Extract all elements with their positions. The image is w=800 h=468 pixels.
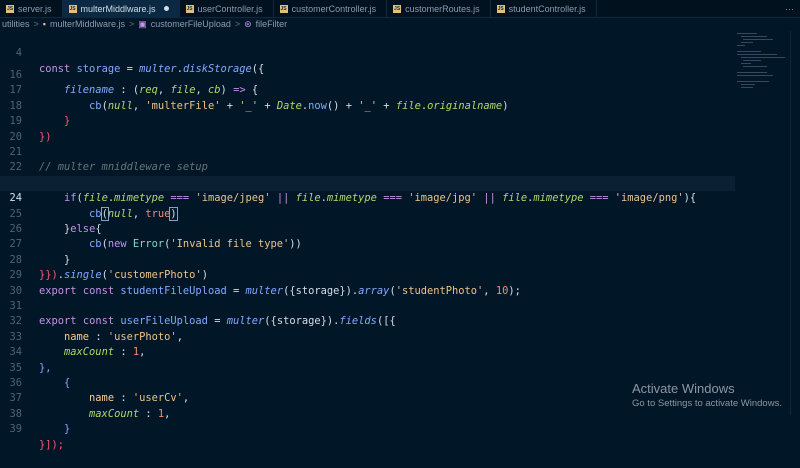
code-line[interactable]: 21 // multer mniddleware setup bbox=[0, 130, 735, 173]
code-line[interactable]: 33 maxCount : 1, bbox=[0, 314, 735, 358]
tab-customer-routes-js[interactable]: JS customerRoutes.js bbox=[387, 0, 491, 17]
code-line[interactable]: 17 cb(null, 'multerFile' + '_' + Date.no… bbox=[0, 68, 735, 111]
line-number: 39 bbox=[9, 423, 22, 436]
tab-student-controller-js[interactable]: JS studentController.js bbox=[491, 0, 597, 17]
code-line[interactable]: 4 const storage = multer.diskStorage({ bbox=[0, 31, 735, 74]
code-line[interactable]: 38 } bbox=[0, 391, 735, 435]
breadcrumb-folder[interactable]: utilities bbox=[2, 19, 30, 29]
variable-symbol-icon: ▣ bbox=[138, 18, 147, 29]
code-line[interactable]: 16 filename : (req, file, cb) => { bbox=[0, 53, 735, 96]
activate-windows-watermark: Activate Windows Go to Settings to activ… bbox=[632, 381, 782, 409]
editor-tab-bar: JS server.js JS multerMiddlware.js JS us… bbox=[0, 0, 800, 18]
code-line[interactable]: 32 name : 'userPhoto', bbox=[0, 299, 735, 342]
tab-label: studentController.js bbox=[508, 3, 586, 14]
more-actions-icon[interactable]: ··· bbox=[785, 4, 794, 14]
code-line[interactable]: 31 export const userFileUpload = multer(… bbox=[0, 284, 735, 327]
code-line[interactable]: 18 } bbox=[0, 83, 735, 127]
code-line[interactable]: 36 name : 'userCv', bbox=[0, 361, 735, 404]
js-file-icon: JS bbox=[496, 4, 505, 13]
code-text[interactable]: } bbox=[39, 422, 70, 437]
watermark-title: Activate Windows bbox=[632, 381, 735, 396]
js-file-icon: JS bbox=[393, 4, 402, 13]
code-line[interactable]: 37 maxCount : 1, bbox=[0, 376, 735, 419]
js-file-icon: JS bbox=[279, 4, 288, 13]
code-line[interactable]: 25 }else{ bbox=[0, 191, 735, 235]
code-line[interactable]: 35 { bbox=[0, 345, 735, 389]
code-line[interactable]: 27 } bbox=[0, 222, 735, 265]
code-line[interactable]: 28 }}).single('customerPhoto') bbox=[0, 237, 735, 281]
breadcrumb-symbol-customer-file-upload[interactable]: customerFileUpload bbox=[151, 19, 231, 29]
tab-label: customerRoutes.js bbox=[405, 3, 480, 14]
code-editor[interactable]: 4 const storage = multer.diskStorage({ 1… bbox=[0, 31, 735, 451]
tab-label: customerController.js bbox=[291, 3, 377, 14]
tab-customer-controller-js[interactable]: JS customerController.js bbox=[274, 0, 388, 17]
code-line[interactable]: 39 }]); bbox=[0, 407, 735, 450]
code-line[interactable]: 22 export const customerFileUpload = mul… bbox=[0, 145, 735, 188]
watermark-subtitle: Go to Settings to activate Windows. bbox=[632, 398, 782, 409]
method-symbol-icon: ⊛ bbox=[244, 18, 252, 29]
breadcrumb-separator: > bbox=[129, 19, 135, 29]
code-line-current[interactable]: 24 cb(null, true) bbox=[0, 175, 735, 221]
vertical-scrollbar[interactable] bbox=[790, 31, 800, 415]
editor-actions: ··· bbox=[597, 0, 800, 17]
breadcrumb-separator: > bbox=[234, 19, 241, 29]
tab-user-controller-js[interactable]: JS userController.js bbox=[180, 0, 274, 17]
tab-server-js[interactable]: JS server.js bbox=[0, 0, 63, 17]
tab-label: multerMiddlware.js bbox=[80, 3, 156, 14]
tab-label: userController.js bbox=[197, 3, 263, 14]
minimap[interactable] bbox=[735, 31, 790, 91]
tab-multer-middleware-js[interactable]: JS multerMiddlware.js bbox=[62, 0, 180, 17]
js-file-icon: JS bbox=[185, 4, 194, 13]
code-line[interactable]: 34 }, bbox=[0, 330, 735, 373]
js-file-icon: JS bbox=[6, 4, 14, 13]
code-line[interactable]: 19 }) bbox=[0, 99, 735, 142]
code-line[interactable]: 23 if(file.mimetype === 'image/jpeg' || … bbox=[0, 160, 735, 204]
code-line[interactable]: 20 bbox=[0, 114, 735, 143]
unsaved-changes-dot-icon[interactable] bbox=[163, 6, 169, 11]
breadcrumb-symbol-file-filter[interactable]: fileFilter bbox=[256, 19, 288, 29]
breadcrumb: utilities > ▪ multerMiddlware.js > ▣ cus… bbox=[0, 17, 800, 31]
js-file-icon: ▪ bbox=[42, 19, 46, 29]
breadcrumb-file[interactable]: multerMiddlware.js bbox=[50, 19, 125, 29]
js-file-icon: JS bbox=[68, 4, 77, 13]
code-line[interactable]: 29 export const studentFileUpload = mult… bbox=[0, 253, 735, 296]
code-line[interactable]: 30 bbox=[0, 268, 735, 297]
code-line[interactable]: 26 cb(new Error('Invalid file type')) bbox=[0, 207, 735, 250]
breadcrumb-separator: > bbox=[33, 19, 39, 29]
code-text[interactable]: }]); bbox=[39, 438, 64, 453]
tab-label: server.js bbox=[18, 3, 52, 14]
